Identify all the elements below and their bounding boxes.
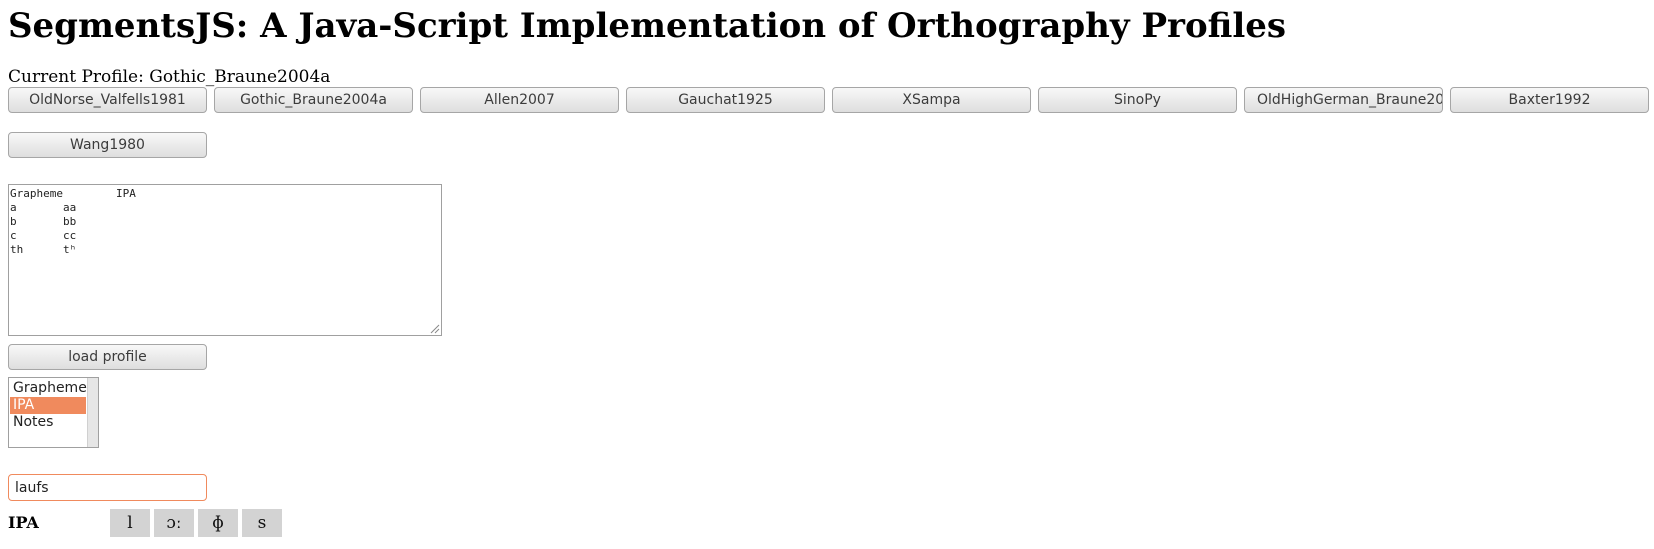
profile-button-wang[interactable]: Wang1980 xyxy=(8,132,207,158)
listbox-scrollbar[interactable] xyxy=(87,378,98,447)
profile-row: b bb xyxy=(10,215,77,228)
profile-button-baxter[interactable]: Baxter1992 xyxy=(1450,87,1649,113)
current-profile-value: Gothic_Braune2004a xyxy=(149,67,331,87)
profile-button-allen[interactable]: Allen2007 xyxy=(420,87,619,113)
segment-cell: ɔː xyxy=(154,509,194,537)
word-input[interactable] xyxy=(8,474,207,501)
column-option-notes[interactable]: Notes xyxy=(10,414,86,431)
current-profile: Current Profile: Gothic_Braune2004a xyxy=(8,67,330,87)
profile-row: Grapheme IPA xyxy=(10,187,136,200)
segment-cell: ɸ xyxy=(198,509,238,537)
profile-row: c cc xyxy=(10,229,77,242)
column-select[interactable]: Grapheme IPA Notes xyxy=(8,377,99,448)
profile-button-oldnorse[interactable]: OldNorse_Valfells1981 xyxy=(8,87,207,113)
profile-row: a aa xyxy=(10,201,77,214)
page-title: SegmentsJS: A Java-Script Implementation… xyxy=(8,6,1287,46)
profile-button-xsampa[interactable]: XSampa xyxy=(832,87,1031,113)
segment-cell: l xyxy=(110,509,150,537)
load-profile-button[interactable]: load profile xyxy=(8,344,207,370)
column-option-grapheme[interactable]: Grapheme xyxy=(10,380,87,397)
profile-button-oldhighgerman[interactable]: OldHighGerman_Braune2004 xyxy=(1244,87,1443,113)
profile-button-sinopy[interactable]: SinoPy xyxy=(1038,87,1237,113)
profile-button-gothic[interactable]: Gothic_Braune2004a xyxy=(214,87,413,113)
resize-grip-icon[interactable] xyxy=(428,322,440,334)
segment-cell: s xyxy=(242,509,282,537)
segments-label: IPA xyxy=(8,513,39,532)
current-profile-label: Current Profile: xyxy=(8,67,144,87)
profile-button-gauchat[interactable]: Gauchat1925 xyxy=(626,87,825,113)
column-option-ipa[interactable]: IPA xyxy=(10,397,86,414)
profile-textarea[interactable]: Grapheme IPA a aa b bb c cc th tʰ xyxy=(8,184,442,336)
profile-row: th tʰ xyxy=(10,243,77,256)
